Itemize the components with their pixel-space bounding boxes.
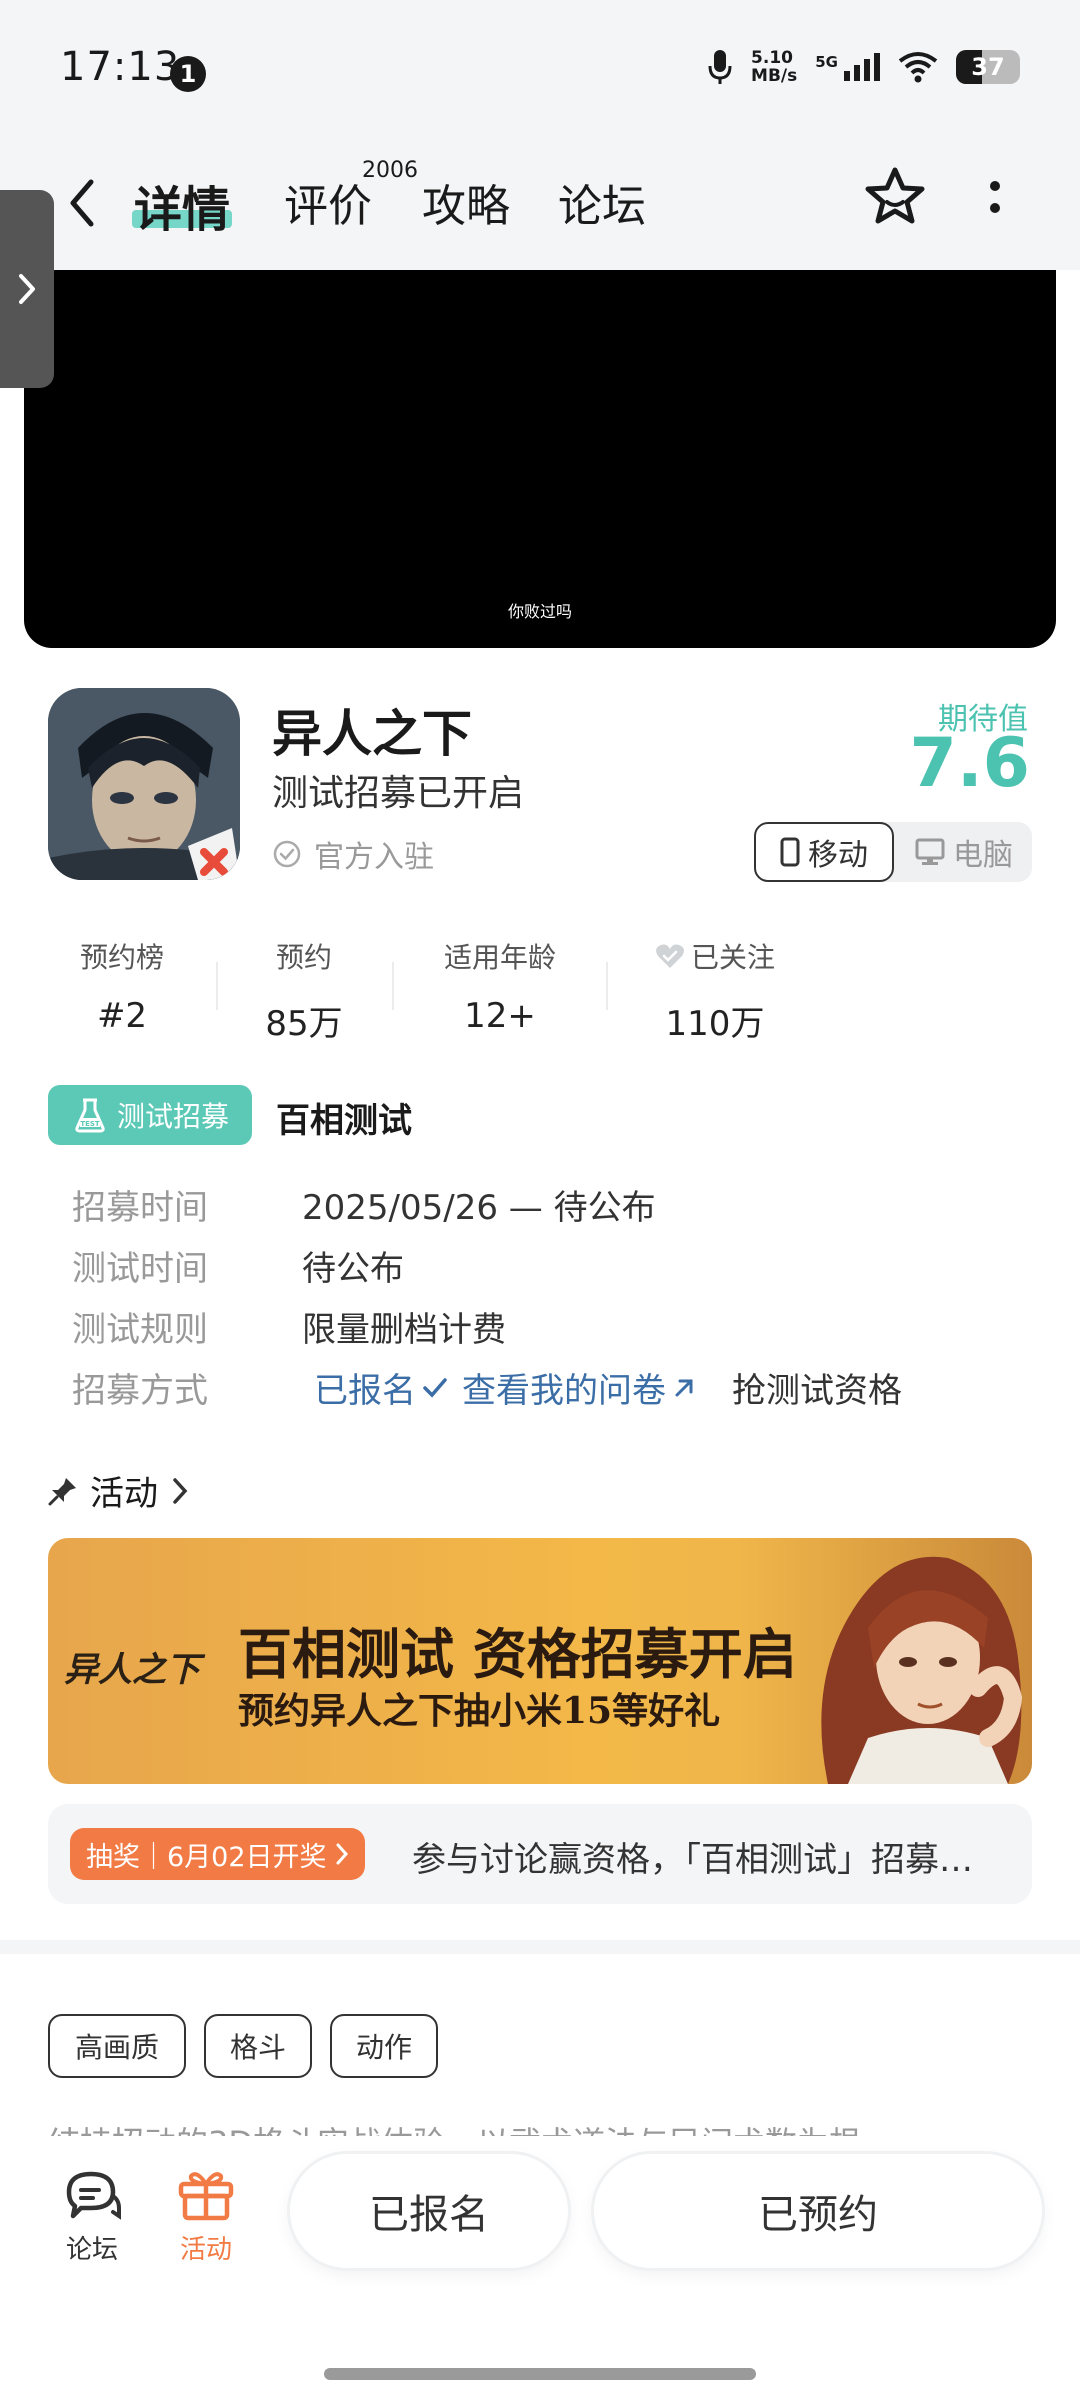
bottom-forum-button[interactable]: 论坛 [52,2166,132,2266]
official-label: 官方入驻 [314,840,434,875]
tab-detail[interactable]: 详情 [134,170,230,240]
network-speed: 5.10 MB/s [751,48,798,86]
forum-chat-icon [66,2171,121,2220]
wifi-icon [898,52,938,83]
bottom-activity-label: 活动 [179,2235,232,2265]
check-icon [423,1377,447,1398]
tag-action[interactable]: 动作 [330,2014,438,2078]
tab-review[interactable]: 评价 [284,170,372,234]
stat-followers[interactable]: 已关注 110万 [640,936,790,1045]
app-status: 测试招募已开启 [272,773,525,814]
verified-check-icon [273,840,301,868]
more-options-icon[interactable] [980,178,1010,218]
favorite-star-icon[interactable] [860,162,930,232]
top-nav: 详情 评价 2006 攻略 论坛 [0,140,1080,270]
activity-section-header[interactable]: 活动 [48,1466,190,1515]
phone-icon [780,837,800,867]
stat-divider [606,962,608,1010]
expectation-score: 7.6 [909,724,1030,803]
chevron-right-icon [19,274,35,304]
svg-text:TEST: TEST [80,1120,100,1128]
tag-high-quality[interactable]: 高画质 [48,2014,186,2078]
banner-subtitle: 预约异人之下抽小米15等好礼 [238,1690,721,1732]
signal-icon: 5G [815,53,880,81]
tag-fighting[interactable]: 格斗 [204,2014,312,2078]
activity-banner[interactable]: 异人之下 百相测试 资格招募开启 预约异人之下抽小米15等好礼 [48,1538,1032,1784]
monitor-icon [915,838,945,865]
chevron-left-icon [70,179,94,227]
chevron-right-icon [173,1477,188,1504]
lottery-description: 参与讨论赢资格，「百相测试」招募… [412,1840,973,1880]
test-time-value: 待公布 [302,1249,404,1289]
home-indicator[interactable] [324,2368,756,2380]
recruit-time-label: 招募时间 [72,1188,208,1228]
video-player[interactable]: 你败过吗 [24,270,1056,648]
battery-icon: 37 [956,50,1020,84]
reserved-button[interactable]: 已预约 [594,2154,1042,2268]
recruit-method-label: 招募方式 [72,1371,208,1411]
lottery-badge: 抽奖｜6月02日开奖 [70,1828,365,1880]
app-icon-art [48,688,240,880]
recruit-methods: 已报名 查看我的问卷 抢测试资格 [302,1363,902,1412]
bottom-forum-label: 论坛 [65,2235,118,2265]
clock: 17:13 [60,44,181,90]
recruit-time-value: 2025/05/26 — 待公布 [302,1188,656,1228]
test-rule-value: 限量删档计费 [302,1310,506,1350]
platform-pc-button[interactable]: 电脑 [896,822,1032,882]
notification-badge: 1 [170,56,206,92]
banner-headline: 百相测试 资格招募开启 [238,1622,797,1686]
bottom-activity-button[interactable]: 活动 [166,2166,246,2266]
chevron-right-icon [336,1843,348,1865]
video-caption: 你败过吗 [507,602,572,621]
stat-divider [392,962,394,1010]
tab-guide[interactable]: 攻略 [422,170,510,234]
pin-icon [48,1477,76,1505]
stat-reservations: 预约 85万 [265,941,343,1044]
section-divider [0,1940,1080,1954]
banner-game-logo: 异人之下 [64,1650,200,1690]
heart-icon [656,944,684,968]
side-panel-handle[interactable] [0,190,54,388]
stat-age-rating[interactable]: 适用年龄 12+ [420,936,580,1036]
back-button[interactable] [52,168,112,238]
tab-forum[interactable]: 论坛 [558,170,646,234]
stat-divider [216,962,218,1010]
lottery-item[interactable]: 抽奖｜6月02日开奖 参与讨论赢资格，「百相测试」招募… [48,1804,1032,1904]
microphone-icon [708,50,732,84]
test-flask-icon: TEST [75,1098,105,1133]
external-arrow-icon[interactable] [672,1376,696,1400]
review-count: 2006 [362,158,418,183]
app-icon [48,688,240,880]
official-verified: 官方入驻 [272,832,434,876]
platform-switch: 移动 电脑 [754,822,1032,882]
test-rule-label: 测试规则 [72,1310,208,1350]
app-name: 异人之下 [272,705,472,763]
view-survey-link[interactable]: 查看我的问卷 [462,1363,666,1412]
status-bar: 17:13 1 5.10 MB/s 5G 37 [0,0,1080,140]
gift-icon [178,2172,234,2221]
registered-status: 已报名 [314,1371,416,1411]
test-recruit-badge: TEST 测试招募 [48,1085,252,1145]
grab-test-qualification[interactable]: 抢测试资格 [732,1363,902,1412]
test-name: 百相测试 [276,1101,412,1141]
bottom-action-bar: 论坛 活动 已报名 已预约 [0,2136,1080,2400]
status-indicators: 5.10 MB/s 5G 37 [707,48,1020,86]
game-description: 结持招动的3D格斗实战体验，以武术道法与民间术数为根 [48,2118,861,2136]
registered-button[interactable]: 已报名 [290,2154,568,2268]
banner-character-art [821,1556,1023,1784]
platform-mobile-button[interactable]: 移动 [754,822,894,882]
stat-rank[interactable]: 预约榜 #2 [62,936,182,1036]
test-time-label: 测试时间 [72,1249,208,1289]
